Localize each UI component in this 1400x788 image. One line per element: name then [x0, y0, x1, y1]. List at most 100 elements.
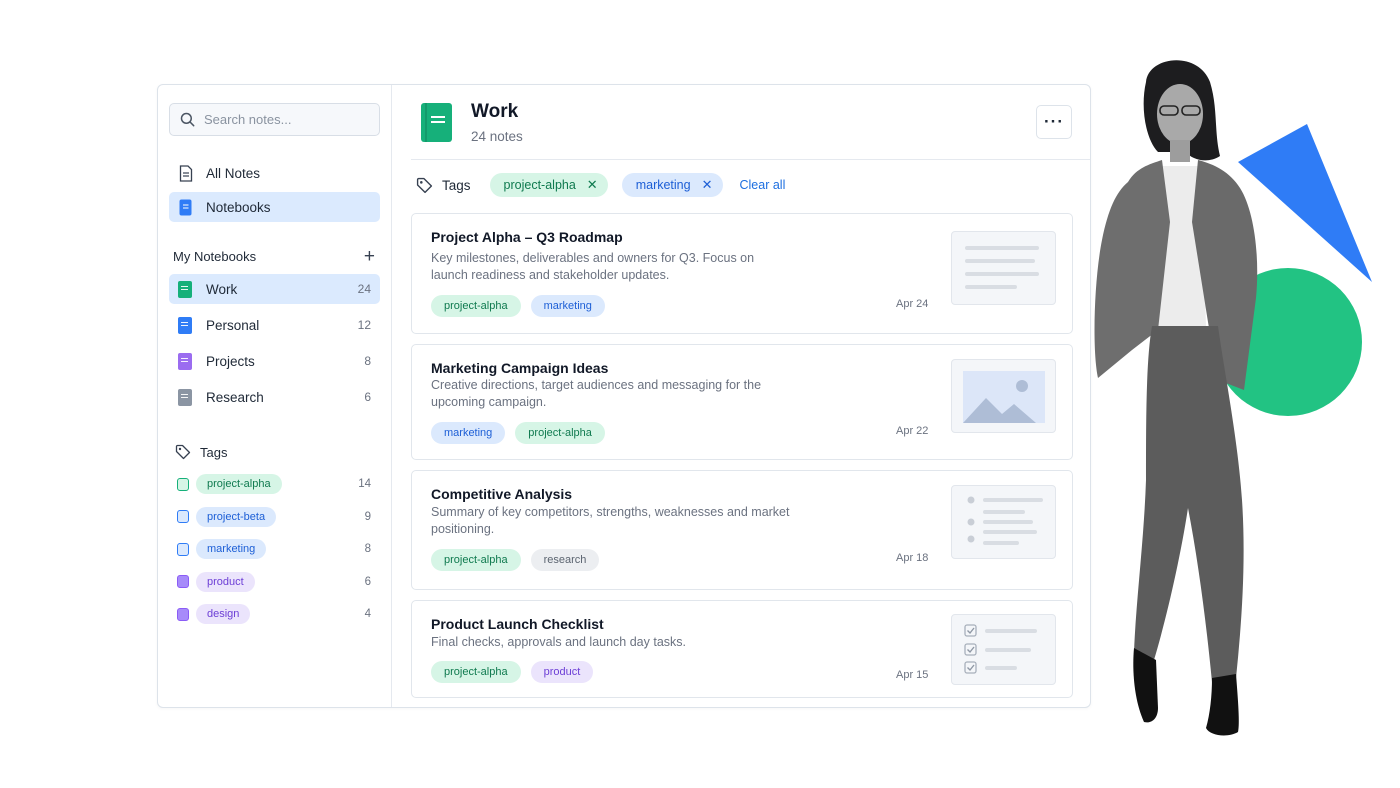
tags-header: Tags [169, 442, 380, 462]
tag-icon [175, 444, 191, 460]
purple-notebook-icon [178, 352, 192, 370]
tag-filter-bar: Tags project-alpha ✕ marketing ✕ Clear a… [392, 160, 1090, 210]
notebook-icon [179, 199, 192, 215]
notebook-count: 24 [357, 282, 371, 296]
filter-chip-project-alpha[interactable]: project-alpha ✕ [489, 173, 608, 197]
notebook-item-work[interactable]: Work 24 [169, 274, 380, 304]
note-list: Project Alpha – Q3 Roadmap Key milestone… [411, 213, 1073, 707]
note-tag[interactable]: project-alpha [431, 295, 521, 317]
main-panel: Work 24 notes ··· Tags project-alpha ✕ m… [392, 85, 1090, 707]
note-tag[interactable]: research [530, 549, 600, 571]
note-title: Project Alpha – Q3 Roadmap [431, 229, 623, 245]
tag-pill: project-alpha [196, 474, 282, 494]
person-photo [1094, 60, 1258, 736]
search-icon [180, 112, 195, 127]
note-title: Competitive Analysis [431, 486, 573, 502]
notebook-label: Work [206, 281, 238, 297]
note-tags: project-alpha research [431, 549, 609, 571]
notes-app-window: All Notes Notebooks My Notebooks + Work … [157, 84, 1091, 708]
my-notebooks-header: My Notebooks + [169, 246, 380, 266]
tag-item-marketing[interactable]: marketing 8 [169, 538, 380, 560]
nav-notebooks[interactable]: Notebooks [169, 192, 380, 222]
plus-icon[interactable]: + [364, 247, 375, 266]
note-tags: marketing project-alpha [431, 422, 615, 444]
note-title: Product Launch Checklist [431, 616, 604, 632]
more-options-button[interactable]: ··· [1036, 105, 1072, 139]
notebook-item-projects[interactable]: Projects 8 [169, 346, 380, 376]
tag-count: 6 [364, 575, 371, 588]
green-notebook-icon [178, 280, 192, 298]
note-tag[interactable]: marketing [530, 295, 605, 317]
tag-item-project-beta[interactable]: project-beta 9 [169, 506, 380, 528]
text-lines-icon [951, 231, 1056, 305]
close-icon[interactable]: ✕ [702, 177, 713, 193]
tags-heading: Tags [200, 444, 228, 460]
tag-small-icon [177, 542, 189, 556]
note-card[interactable]: Competitive Analysis Summary of key comp… [411, 470, 1073, 590]
nav-all-notes[interactable]: All Notes [169, 158, 380, 188]
notebook-list: Work 24 Personal 12 Projects 8 Research … [169, 274, 380, 412]
notebook-header: Work 24 notes ··· [411, 85, 1090, 160]
chip-label: marketing [635, 178, 691, 192]
tag-count: 9 [364, 510, 371, 523]
sidebar: All Notes Notebooks My Notebooks + Work … [158, 85, 392, 707]
note-tag[interactable]: project-alpha [431, 661, 521, 683]
clear-all-link[interactable]: Clear all [740, 178, 786, 192]
gray-notebook-icon [178, 388, 192, 406]
notebook-count: 6 [364, 390, 371, 404]
close-icon[interactable]: ✕ [587, 177, 598, 193]
tag-count: 4 [364, 608, 371, 620]
tag-pill: design [196, 604, 251, 624]
note-tag[interactable]: product [530, 661, 594, 683]
tag-small-icon [177, 477, 189, 491]
tag-pill: marketing [196, 539, 267, 559]
search-input[interactable] [204, 112, 364, 127]
notebook-count: 8 [364, 354, 371, 368]
tag-list: project-alpha 14 project-beta 9 marketin… [169, 473, 380, 625]
more-horizontal-icon: ··· [1044, 112, 1064, 131]
page-title: Work [471, 100, 519, 122]
note-description: Creative directions, target audiences an… [431, 378, 762, 409]
notebook-item-personal[interactable]: Personal 12 [169, 310, 380, 340]
notebook-item-research[interactable]: Research 6 [169, 382, 380, 412]
filter-tags-label: Tags [442, 177, 471, 193]
blue-notebook-icon [178, 316, 192, 334]
notebook-label: Projects [206, 353, 255, 369]
note-tag[interactable]: project-alpha [515, 422, 605, 444]
note-date: Apr 22 [896, 425, 929, 437]
note-date: Apr 24 [896, 298, 929, 310]
tag-count: 14 [358, 478, 371, 490]
note-card[interactable]: Project Alpha – Q3 Roadmap Key milestone… [411, 213, 1073, 334]
tag-pill: project-beta [196, 506, 277, 527]
checklist-icon [951, 614, 1056, 685]
triangle-shape [1238, 124, 1372, 282]
document-icon [179, 164, 192, 182]
tag-small-icon [177, 607, 189, 621]
decorative-illustration [1088, 60, 1388, 750]
my-notebooks-heading: My Notebooks [173, 248, 257, 264]
tag-item-design[interactable]: design 4 [169, 603, 380, 625]
tag-item-product[interactable]: product 6 [169, 571, 380, 593]
tag-item-project-alpha[interactable]: project-alpha 14 [169, 473, 380, 495]
notebook-count: 12 [357, 318, 371, 332]
filter-chip-marketing[interactable]: marketing ✕ [621, 173, 723, 197]
note-date: Apr 18 [896, 552, 929, 564]
search-box[interactable] [169, 103, 380, 136]
tag-pill: product [196, 571, 255, 592]
notebook-label: Personal [206, 317, 260, 333]
note-description: Final checks, approvals and launch day t… [431, 635, 686, 649]
tag-icon [416, 177, 433, 193]
note-count: 24 notes [471, 128, 523, 144]
note-title: Marketing Campaign Ideas [431, 360, 609, 376]
nav-all-notes-label: All Notes [206, 165, 261, 181]
notebook-large-icon [421, 102, 452, 142]
note-card[interactable]: Marketing Campaign Ideas Creative direct… [411, 344, 1073, 460]
note-tag[interactable]: marketing [431, 422, 506, 444]
note-description: Key milestones, deliverables and owners … [431, 251, 755, 282]
tag-small-icon [177, 575, 189, 588]
bullet-list-icon [951, 485, 1056, 559]
note-date: Apr 15 [896, 669, 929, 681]
note-tag[interactable]: project-alpha [431, 549, 521, 571]
chip-label: project-alpha [503, 178, 576, 192]
note-card[interactable]: Product Launch Checklist Final checks, a… [411, 600, 1073, 698]
